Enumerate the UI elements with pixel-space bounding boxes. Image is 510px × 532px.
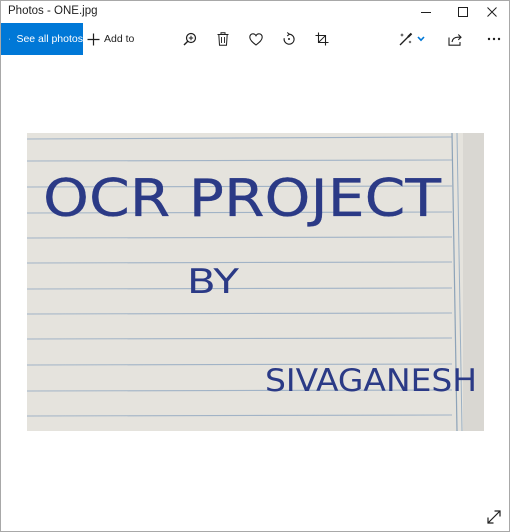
toolbar: See all photos Add to — [1, 23, 509, 55]
see-all-photos-label: See all photos — [16, 33, 83, 45]
heart-icon — [249, 32, 263, 46]
see-all-photos-button[interactable]: See all photos — [1, 23, 83, 55]
edit-create-button[interactable] — [398, 31, 426, 47]
add-to-label: Add to — [104, 33, 135, 45]
minimize-icon — [421, 12, 431, 13]
minimize-button[interactable] — [409, 1, 443, 23]
favorite-button[interactable] — [248, 31, 264, 47]
maximize-icon — [458, 7, 468, 17]
close-icon — [487, 7, 497, 17]
chevron-down-icon — [417, 36, 425, 42]
close-button[interactable] — [475, 1, 509, 23]
rotate-button[interactable] — [281, 31, 297, 47]
zoom-button[interactable] — [182, 31, 198, 47]
edit-create-icon — [399, 32, 413, 46]
more-icon — [487, 37, 501, 41]
title-bar: Photos - ONE.jpg — [1, 1, 509, 23]
delete-button[interactable] — [215, 31, 231, 47]
more-button[interactable] — [486, 31, 502, 47]
add-to-button[interactable]: Add to — [87, 23, 134, 55]
photos-icon — [9, 38, 11, 40]
photo-text-line-2: BY — [187, 262, 239, 302]
photos-app-window: Photos - ONE.jpg See all photos Add to O… — [0, 0, 510, 532]
photo-text-line-3: SIVAGANESH — [265, 363, 477, 399]
share-button[interactable] — [447, 31, 463, 47]
window-title: Photos - ONE.jpg — [8, 5, 98, 17]
crop-icon — [315, 32, 329, 46]
share-icon — [448, 33, 462, 46]
photo-text-line-1: OCR PROJECT — [43, 169, 441, 229]
rotate-icon — [283, 32, 295, 45]
expand-icon[interactable] — [486, 509, 502, 525]
photo-image: OCR PROJECT BY SIVAGANESH — [27, 133, 484, 431]
plus-icon — [87, 33, 100, 45]
delete-icon — [217, 32, 229, 46]
zoom-in-icon — [183, 32, 197, 46]
crop-button[interactable] — [314, 31, 330, 47]
